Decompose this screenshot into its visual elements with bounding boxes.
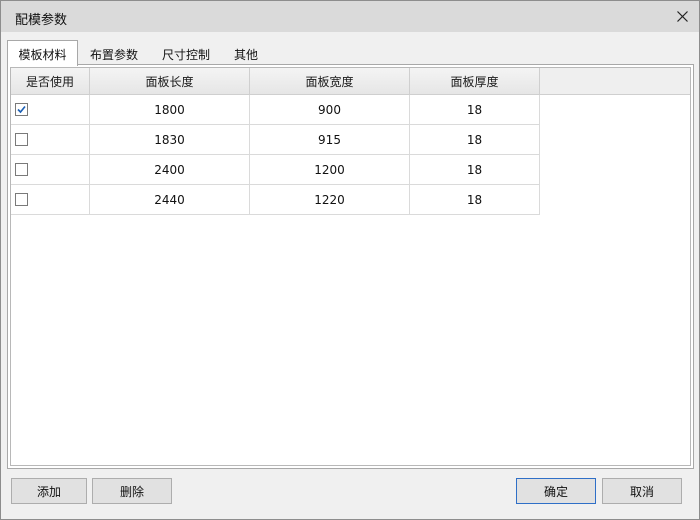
column-header-length[interactable]: 面板长度	[90, 68, 250, 94]
tab-label: 布置参数	[89, 48, 138, 62]
use-cell	[11, 185, 90, 214]
dialog-window: 配模参数 模板材料 布置参数 尺寸控制 其他 是否使用 面板长度 面板宽度 面板…	[0, 0, 700, 520]
thickness-cell[interactable]: 18	[410, 125, 540, 154]
tab-size-control[interactable]: 尺寸控制	[155, 43, 217, 65]
width-cell[interactable]: 1200	[250, 155, 410, 184]
add-button[interactable]: 添加	[11, 478, 87, 504]
thickness-cell[interactable]: 18	[410, 185, 540, 214]
ok-button[interactable]: 确定	[516, 478, 596, 504]
column-header-label: 面板长度	[145, 74, 194, 89]
width-cell[interactable]: 915	[250, 125, 410, 154]
length-cell[interactable]: 1800	[90, 95, 250, 124]
use-checkbox[interactable]	[15, 103, 28, 116]
delete-button[interactable]: 删除	[92, 478, 172, 504]
dialog-title: 配模参数	[15, 13, 68, 28]
tab-panel: 是否使用 面板长度 面板宽度 面板厚度 1800 900 18 1830 915…	[7, 64, 694, 469]
use-checkbox[interactable]	[15, 193, 28, 206]
table-row[interactable]: 2440 1220 18	[11, 185, 540, 215]
tab-template-material[interactable]: 模板材料	[7, 40, 78, 66]
tab-layout-params[interactable]: 布置参数	[83, 43, 145, 65]
length-cell[interactable]: 2440	[90, 185, 250, 214]
material-grid[interactable]: 是否使用 面板长度 面板宽度 面板厚度 1800 900 18 1830 915…	[10, 67, 691, 466]
tab-label: 其他	[233, 48, 258, 62]
thickness-cell[interactable]: 18	[410, 155, 540, 184]
use-cell	[11, 95, 90, 124]
length-cell[interactable]: 2400	[90, 155, 250, 184]
table-row[interactable]: 1830 915 18	[11, 125, 540, 155]
table-row[interactable]: 2400 1200 18	[11, 155, 540, 185]
length-cell[interactable]: 1830	[90, 125, 250, 154]
tab-label: 模板材料	[18, 48, 67, 62]
thickness-cell[interactable]: 18	[410, 95, 540, 124]
column-header-label: 面板厚度	[450, 74, 499, 89]
column-header-width[interactable]: 面板宽度	[250, 68, 410, 94]
cancel-button[interactable]: 取消	[602, 478, 682, 504]
use-cell	[11, 155, 90, 184]
tab-strip: 模板材料 布置参数 尺寸控制 其他	[7, 40, 697, 66]
close-icon	[676, 11, 688, 22]
checkmark-icon	[17, 105, 26, 114]
use-cell	[11, 125, 90, 154]
column-header-thickness[interactable]: 面板厚度	[410, 68, 540, 94]
use-checkbox[interactable]	[15, 163, 28, 176]
use-checkbox[interactable]	[15, 133, 28, 146]
title-bar[interactable]: 配模参数	[1, 1, 699, 32]
column-header-use[interactable]: 是否使用	[11, 68, 90, 94]
tab-other[interactable]: 其他	[227, 43, 265, 65]
close-button[interactable]	[665, 1, 699, 32]
table-row[interactable]: 1800 900 18	[11, 95, 540, 125]
width-cell[interactable]: 1220	[250, 185, 410, 214]
column-header-label: 面板宽度	[305, 74, 354, 89]
tab-label: 尺寸控制	[161, 48, 210, 62]
width-cell[interactable]: 900	[250, 95, 410, 124]
column-header-label: 是否使用	[25, 74, 74, 89]
grid-header: 是否使用 面板长度 面板宽度 面板厚度	[11, 68, 690, 95]
